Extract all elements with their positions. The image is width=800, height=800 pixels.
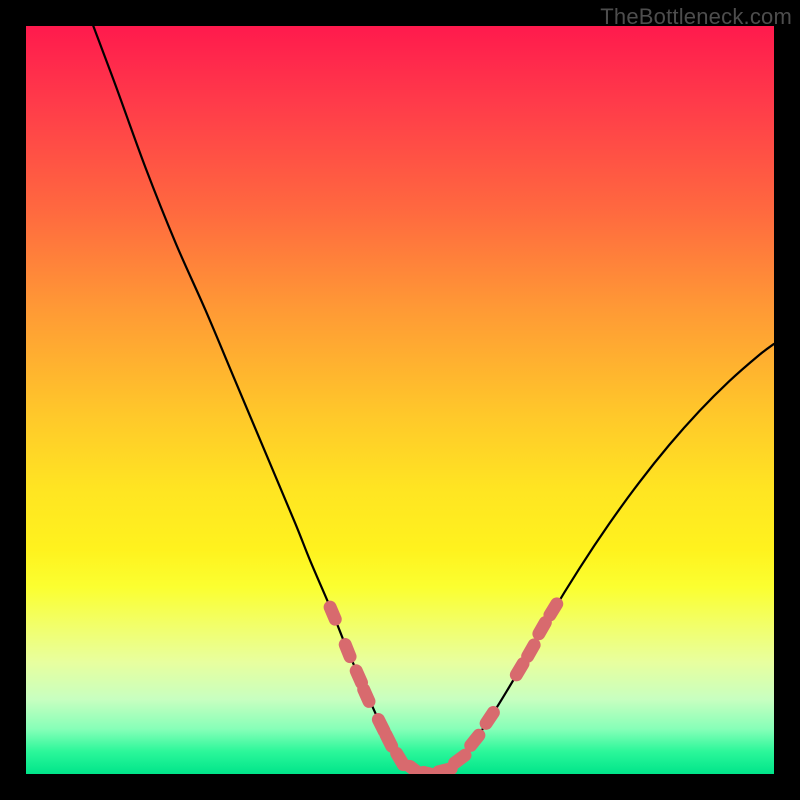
- watermark-text: TheBottleneck.com: [600, 4, 792, 30]
- curve-line: [93, 26, 774, 774]
- curve-path: [93, 26, 774, 774]
- marker-pill: [477, 703, 502, 732]
- chart-svg: [26, 26, 774, 774]
- marker-pill: [322, 599, 344, 628]
- marker-pill: [337, 636, 359, 665]
- marker-group: [322, 595, 566, 774]
- plot-area: [26, 26, 774, 774]
- chart-frame: TheBottleneck.com: [0, 0, 800, 800]
